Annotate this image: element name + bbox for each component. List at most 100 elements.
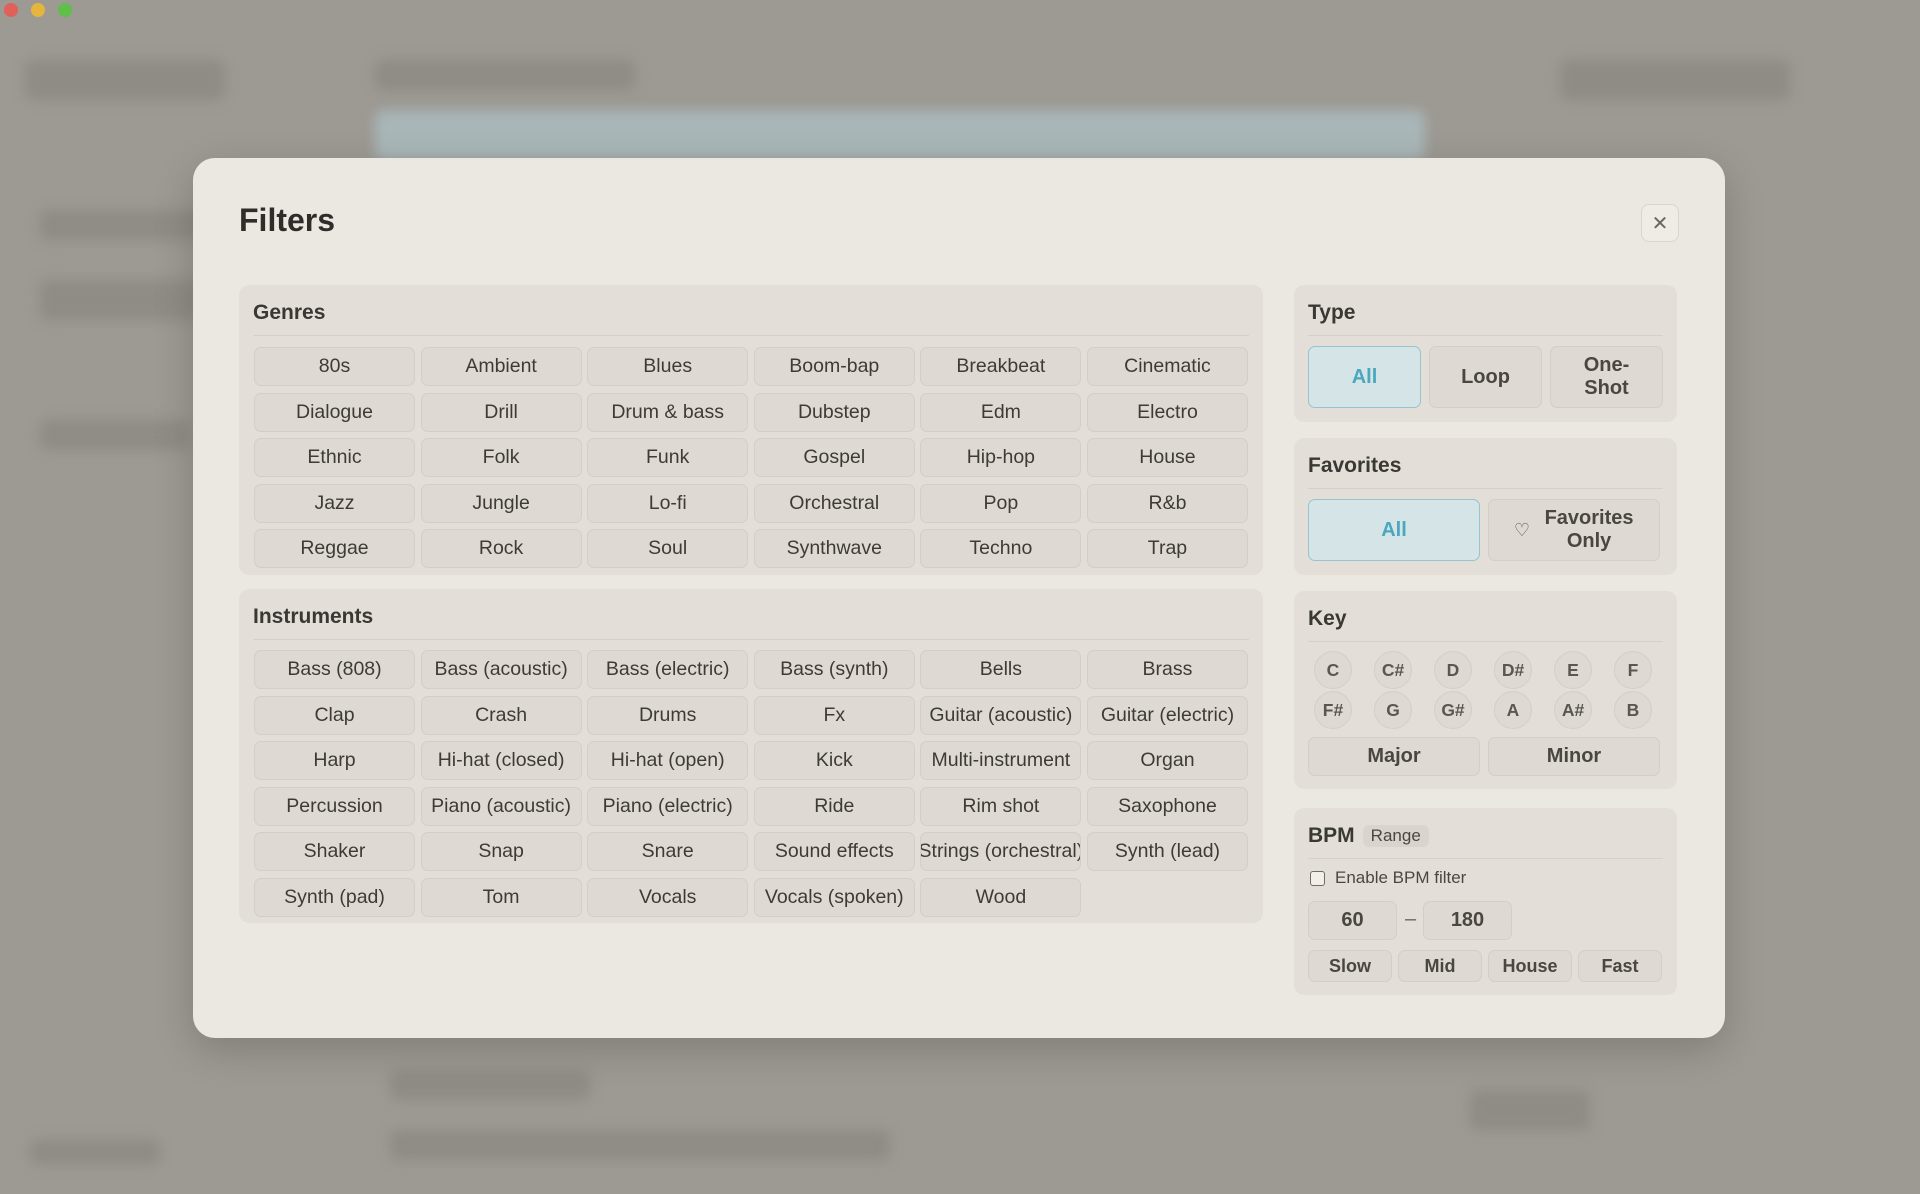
instrument-chip-organ[interactable]: Organ <box>1086 741 1248 781</box>
bpm-min-input[interactable]: 60 <box>1308 901 1397 940</box>
genre-chip-edm[interactable]: Edm <box>920 392 1082 432</box>
genre-chip-gospel[interactable]: Gospel <box>753 438 915 478</box>
instrument-chip-piano-electric[interactable]: Piano (electric) <box>587 786 749 826</box>
genre-chip-ambient[interactable]: Ambient <box>420 347 582 386</box>
type-one-shot-button[interactable]: One- Shot <box>1550 346 1663 408</box>
major-button[interactable]: Major <box>1308 737 1480 776</box>
genre-chip-breakbeat[interactable]: Breakbeat <box>920 347 1082 386</box>
genre-chip-ethnic[interactable]: Ethnic <box>254 438 415 478</box>
favorites-all-button[interactable]: All <box>1308 499 1480 561</box>
genre-chip-drum-bass[interactable]: Drum & bass <box>587 392 749 432</box>
instrument-chip-percussion[interactable]: Percussion <box>254 786 415 826</box>
instrument-chip-bass-synth[interactable]: Bass (synth) <box>753 650 915 689</box>
key-d-sharp-button[interactable]: D# <box>1494 651 1532 689</box>
genre-chip-blues[interactable]: Blues <box>587 347 749 386</box>
instrument-chip-ride[interactable]: Ride <box>753 786 915 826</box>
genre-chip-synthwave[interactable]: Synthwave <box>753 529 915 569</box>
instrument-chip-harp[interactable]: Harp <box>254 741 415 781</box>
close-button[interactable]: ✕ <box>1641 204 1679 242</box>
type-loop-button[interactable]: Loop <box>1429 346 1542 408</box>
favorites-only-button[interactable]: ♡ Favorites Only <box>1488 499 1660 561</box>
key-g-sharp-button[interactable]: G# <box>1434 691 1472 729</box>
genre-chip-pop[interactable]: Pop <box>920 483 1082 523</box>
instrument-chip-snap[interactable]: Snap <box>420 832 582 872</box>
type-all-button[interactable]: All <box>1308 346 1421 408</box>
bpm-preset-house-button[interactable]: House <box>1488 950 1572 982</box>
instrument-chip-hi-hat-closed[interactable]: Hi-hat (closed) <box>420 741 582 781</box>
instrument-chip-drums[interactable]: Drums <box>587 695 749 735</box>
enable-bpm-checkbox[interactable] <box>1310 870 1325 886</box>
genre-chip-cinematic[interactable]: Cinematic <box>1086 347 1248 386</box>
key-d-button[interactable]: D <box>1434 651 1472 689</box>
key-f-button[interactable]: F <box>1614 651 1652 689</box>
instrument-chip-wood[interactable]: Wood <box>920 877 1082 917</box>
bpm-preset-fast-button[interactable]: Fast <box>1578 950 1662 982</box>
key-a-button[interactable]: A <box>1494 691 1532 729</box>
instrument-chip-bass-acoustic[interactable]: Bass (acoustic) <box>420 650 582 689</box>
genre-chip-dubstep[interactable]: Dubstep <box>753 392 915 432</box>
instrument-chip-bass-808[interactable]: Bass (808) <box>254 650 415 689</box>
genre-chip-dialogue[interactable]: Dialogue <box>254 392 415 432</box>
bpm-heading: BPM Range <box>1308 824 1663 859</box>
instrument-chip-multi-instrument[interactable]: Multi-instrument <box>920 741 1082 781</box>
zoom-window-icon[interactable] <box>58 3 72 17</box>
genre-chip-trap[interactable]: Trap <box>1086 529 1248 569</box>
genre-chip-hip-hop[interactable]: Hip-hop <box>920 438 1082 478</box>
genre-chip-r-b[interactable]: R&b <box>1086 483 1248 523</box>
minor-button[interactable]: Minor <box>1488 737 1660 776</box>
genre-chip-funk[interactable]: Funk <box>587 438 749 478</box>
instrument-chip-piano-acoustic[interactable]: Piano (acoustic) <box>420 786 582 826</box>
instrument-chip-shaker[interactable]: Shaker <box>254 832 415 872</box>
instrument-chip-saxophone[interactable]: Saxophone <box>1086 786 1248 826</box>
instrument-chip-crash[interactable]: Crash <box>420 695 582 735</box>
genre-chip-soul[interactable]: Soul <box>587 529 749 569</box>
key-c-button[interactable]: C <box>1314 651 1352 689</box>
bpm-preset-slow-button[interactable]: Slow <box>1308 950 1392 982</box>
instrument-chip-fx[interactable]: Fx <box>753 695 915 735</box>
instrument-chip-bass-electric[interactable]: Bass (electric) <box>587 650 749 689</box>
instrument-chip-hi-hat-open[interactable]: Hi-hat (open) <box>587 741 749 781</box>
key-f-sharp-button[interactable]: F# <box>1314 691 1352 729</box>
genre-chip-boom-bap[interactable]: Boom-bap <box>753 347 915 386</box>
genre-chip-jazz[interactable]: Jazz <box>254 483 415 523</box>
instrument-chip-guitar-acoustic[interactable]: Guitar (acoustic) <box>920 695 1082 735</box>
instrument-chip-kick[interactable]: Kick <box>753 741 915 781</box>
instrument-chip-vocals-spoken[interactable]: Vocals (spoken) <box>753 877 915 917</box>
instrument-chip-synth-lead[interactable]: Synth (lead) <box>1086 832 1248 872</box>
genre-chip-electro[interactable]: Electro <box>1086 392 1248 432</box>
genre-chip-drill[interactable]: Drill <box>420 392 582 432</box>
key-a-sharp-button[interactable]: A# <box>1554 691 1592 729</box>
genre-chip-rock[interactable]: Rock <box>420 529 582 569</box>
key-g-button[interactable]: G <box>1374 691 1412 729</box>
genre-chip-80s[interactable]: 80s <box>254 347 415 386</box>
genre-chip-techno[interactable]: Techno <box>920 529 1082 569</box>
instrument-chip-bells[interactable]: Bells <box>920 650 1082 689</box>
key-b-button[interactable]: B <box>1614 691 1652 729</box>
enable-bpm-filter[interactable]: Enable BPM filter <box>1310 868 1466 888</box>
genre-chip-jungle[interactable]: Jungle <box>420 483 582 523</box>
bpm-max-input[interactable]: 180 <box>1423 901 1512 940</box>
instrument-chip-synth-pad[interactable]: Synth (pad) <box>254 877 415 917</box>
instrument-chip-strings-orchestral[interactable]: Strings (orchestral) <box>920 832 1082 872</box>
genre-chip-house[interactable]: House <box>1086 438 1248 478</box>
bpm-preset-mid-button[interactable]: Mid <box>1398 950 1482 982</box>
key-e-button[interactable]: E <box>1554 651 1592 689</box>
genres-panel: Genres 80s Ambient Blues Boom-bap Breakbeat C… <box>239 285 1263 575</box>
favorites-segmented: All ♡ Favorites Only <box>1308 499 1660 561</box>
minimize-window-icon[interactable] <box>31 3 45 17</box>
instrument-chip-vocals[interactable]: Vocals <box>587 877 749 917</box>
genre-chip-lo-fi[interactable]: Lo-fi <box>587 483 749 523</box>
genre-chip-orchestral[interactable]: Orchestral <box>753 483 915 523</box>
close-window-icon[interactable] <box>4 3 18 17</box>
key-c-sharp-button[interactable]: C# <box>1374 651 1412 689</box>
instrument-chip-tom[interactable]: Tom <box>420 877 582 917</box>
instrument-chip-rim-shot[interactable]: Rim shot <box>920 786 1082 826</box>
instrument-chip-snare[interactable]: Snare <box>587 832 749 872</box>
instruments-grid: Bass (808) Bass (acoustic) Bass (electric)… <box>254 650 1248 917</box>
instrument-chip-sound-effects[interactable]: Sound effects <box>753 832 915 872</box>
instrument-chip-brass[interactable]: Brass <box>1086 650 1248 689</box>
instrument-chip-clap[interactable]: Clap <box>254 695 415 735</box>
genre-chip-reggae[interactable]: Reggae <box>254 529 415 569</box>
instrument-chip-guitar-electric[interactable]: Guitar (electric) <box>1086 695 1248 735</box>
genre-chip-folk[interactable]: Folk <box>420 438 582 478</box>
